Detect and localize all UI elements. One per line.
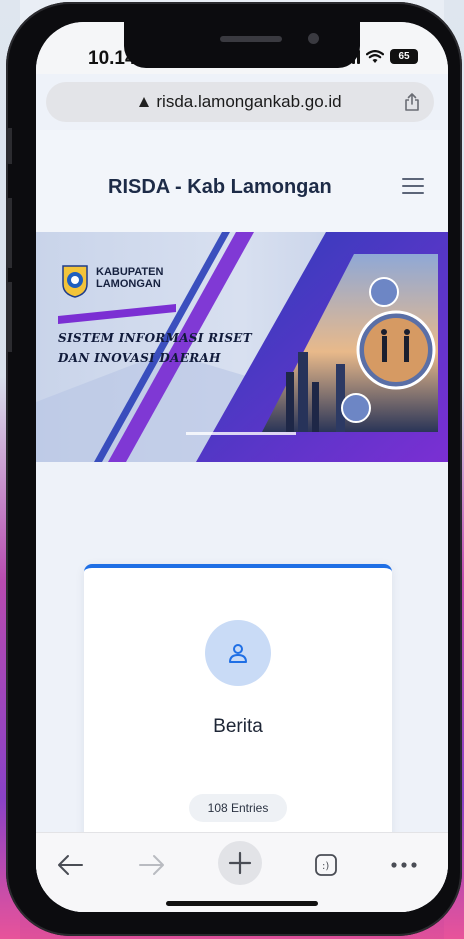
- banner-title-line-2: DAN INOVASI DAERAH: [58, 351, 221, 365]
- url-text: risda.lamongankab.go.id: [156, 92, 342, 111]
- logo-line-1: KABUPATEN: [96, 266, 164, 278]
- more-icon[interactable]: [384, 847, 424, 883]
- site-header: RISDA - Kab Lamongan: [36, 130, 448, 232]
- mute-switch: [6, 128, 12, 164]
- plus-icon[interactable]: [218, 841, 262, 885]
- logo-text: KABUPATEN LAMONGAN: [96, 266, 163, 290]
- battery-icon: 65: [390, 49, 418, 64]
- entries-badge: 108 Entries: [189, 794, 287, 822]
- card-title: Berita: [213, 716, 263, 737]
- phone-screen: 10.14 65 risda.lamongankab.go.id RISDA -: [36, 22, 448, 912]
- notch: [124, 22, 360, 68]
- volume-down-button: [6, 282, 12, 352]
- svg-text::): :): [322, 861, 329, 872]
- forward-icon[interactable]: [132, 847, 172, 883]
- wifi-icon: [366, 49, 384, 63]
- url-bar[interactable]: risda.lamongankab.go.id: [46, 82, 434, 122]
- berita-card[interactable]: Berita 108 Entries: [84, 564, 392, 864]
- front-camera: [308, 33, 319, 44]
- back-icon[interactable]: [50, 847, 90, 883]
- home-indicator[interactable]: [166, 901, 318, 906]
- hero-banner: KABUPATEN LAMONGAN SISTEM INFORMASI RISE…: [36, 232, 448, 462]
- speaker-grille: [220, 36, 282, 42]
- tabs-icon[interactable]: :): [306, 847, 346, 883]
- share-icon[interactable]: [404, 92, 420, 112]
- volume-up-button: [6, 198, 12, 268]
- lock-icon: [139, 97, 150, 107]
- logo-line-2: LAMONGAN: [96, 278, 161, 290]
- lamongan-logo-icon: [62, 265, 88, 298]
- menu-icon[interactable]: [402, 178, 424, 194]
- banner-title-line-1: SISTEM INFORMASI RISET: [58, 331, 252, 345]
- browser-toolbar: :): [36, 832, 448, 912]
- banner-title: SISTEM INFORMASI RISET DAN INOVASI DAERA…: [58, 328, 252, 368]
- site-title[interactable]: RISDA - Kab Lamongan: [108, 176, 332, 199]
- person-icon: [205, 620, 271, 686]
